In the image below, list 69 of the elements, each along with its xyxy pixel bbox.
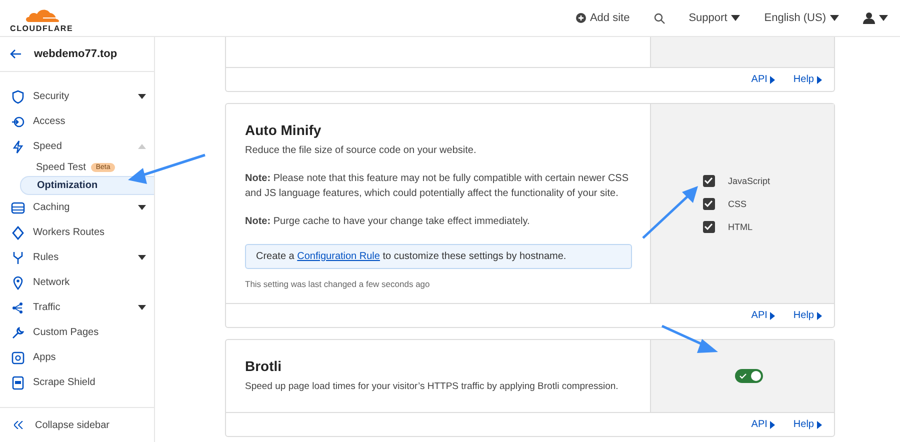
checkbox[interactable] <box>702 220 715 232</box>
card-description: Reduce the file size of source code on your website. <box>245 145 478 156</box>
account-menu[interactable] <box>863 12 888 24</box>
configuration-rule-link[interactable]: Configuration Rule <box>297 250 380 262</box>
doc-link[interactable]: API <box>751 74 776 85</box>
support-menu[interactable]: Support <box>688 12 740 24</box>
toggle-switch[interactable] <box>734 369 762 383</box>
caret-icon <box>731 15 740 21</box>
callout-text: Create a Configuration Rule to customize these settings by hostname. <box>256 250 568 262</box>
plus-circle-icon <box>576 13 586 23</box>
collapse-sidebar-button[interactable]: Collapse sidebar <box>0 407 154 442</box>
search-icon[interactable] <box>654 12 665 24</box>
location-pin-icon <box>11 276 25 290</box>
language-menu[interactable]: English (US) <box>764 12 839 24</box>
lightning-icon <box>11 140 25 154</box>
caret-icon <box>817 420 822 428</box>
back-arrow-icon[interactable] <box>10 49 22 59</box>
sidebar-icon <box>11 200 25 214</box>
sidebar-item[interactable]: Custom Pages <box>0 320 154 345</box>
sidebar-item[interactable]: Speed <box>0 134 154 159</box>
caret-icon <box>879 15 888 21</box>
card-title: Auto Minify <box>245 122 322 138</box>
sidebar-item[interactable]: Rules <box>0 245 154 270</box>
checkbox[interactable] <box>702 198 715 210</box>
sidebar-item[interactable]: Security <box>0 84 154 109</box>
caret-icon <box>770 76 776 84</box>
caret-icon <box>817 312 822 320</box>
double-chevron-icon <box>14 421 23 429</box>
check-icon <box>738 373 746 379</box>
sidebar-icon <box>11 226 25 240</box>
caret-icon <box>770 420 776 428</box>
sidebar-icon <box>11 250 25 264</box>
sidebar-item[interactable]: Access <box>0 109 154 134</box>
sidebar-icon <box>11 300 25 314</box>
card-title: Brotli <box>245 358 283 374</box>
sidebar-subitem[interactable]: Optimization <box>20 176 154 195</box>
pointer-arrow <box>642 186 698 239</box>
caret-icon <box>830 15 839 21</box>
pointer-arrow <box>661 324 718 353</box>
card-description: Speed up page load times for your visitor’s HTTPS traffic by applying Brotli compression. <box>245 381 620 392</box>
sidebar-item[interactable]: Traffic <box>0 295 154 320</box>
doc-link[interactable]: API <box>751 419 776 430</box>
site-name: webdemo77.top <box>34 48 118 60</box>
caret-icon <box>817 76 822 84</box>
sidebar-icon <box>11 350 25 364</box>
doc-link[interactable]: Help <box>793 310 822 321</box>
sidebar-item[interactable]: Caching <box>0 195 154 220</box>
sidebar-item[interactable]: Scrape Shield <box>0 370 154 395</box>
user-icon <box>863 12 875 24</box>
checkbox[interactable] <box>702 174 715 186</box>
sidebar-item[interactable]: Apps <box>0 345 154 370</box>
sidebar-item[interactable]: Network <box>0 270 154 295</box>
doc-link[interactable]: Help <box>793 74 822 85</box>
note-text: Note: Please note that this feature may not be fully compatible with certain newer CSS and JS language features, which could potentially affect the functionality of your site. <box>245 172 630 200</box>
sidebar-item[interactable]: Workers Routes <box>0 220 154 245</box>
note-text: Note: Purge cache to have your change take effect immediately. <box>245 215 531 229</box>
doc-link[interactable]: API <box>751 310 776 321</box>
checkbox-label: HTML <box>728 222 752 232</box>
caret-icon <box>770 312 776 320</box>
sidebar-icon <box>11 114 25 128</box>
add-site-link[interactable]: Add site <box>576 12 630 24</box>
shield-icon <box>11 90 25 104</box>
wrench-icon <box>11 326 25 340</box>
checkbox-label: CSS <box>728 198 746 208</box>
last-changed-text: This setting was last changed a few seconds ago <box>245 278 431 288</box>
checkbox-label: JavaScript <box>728 176 770 186</box>
logo-text[interactable]: CLOUDFLARE <box>10 24 74 33</box>
doc-link[interactable]: Help <box>793 419 822 430</box>
sidebar-icon <box>11 376 25 390</box>
